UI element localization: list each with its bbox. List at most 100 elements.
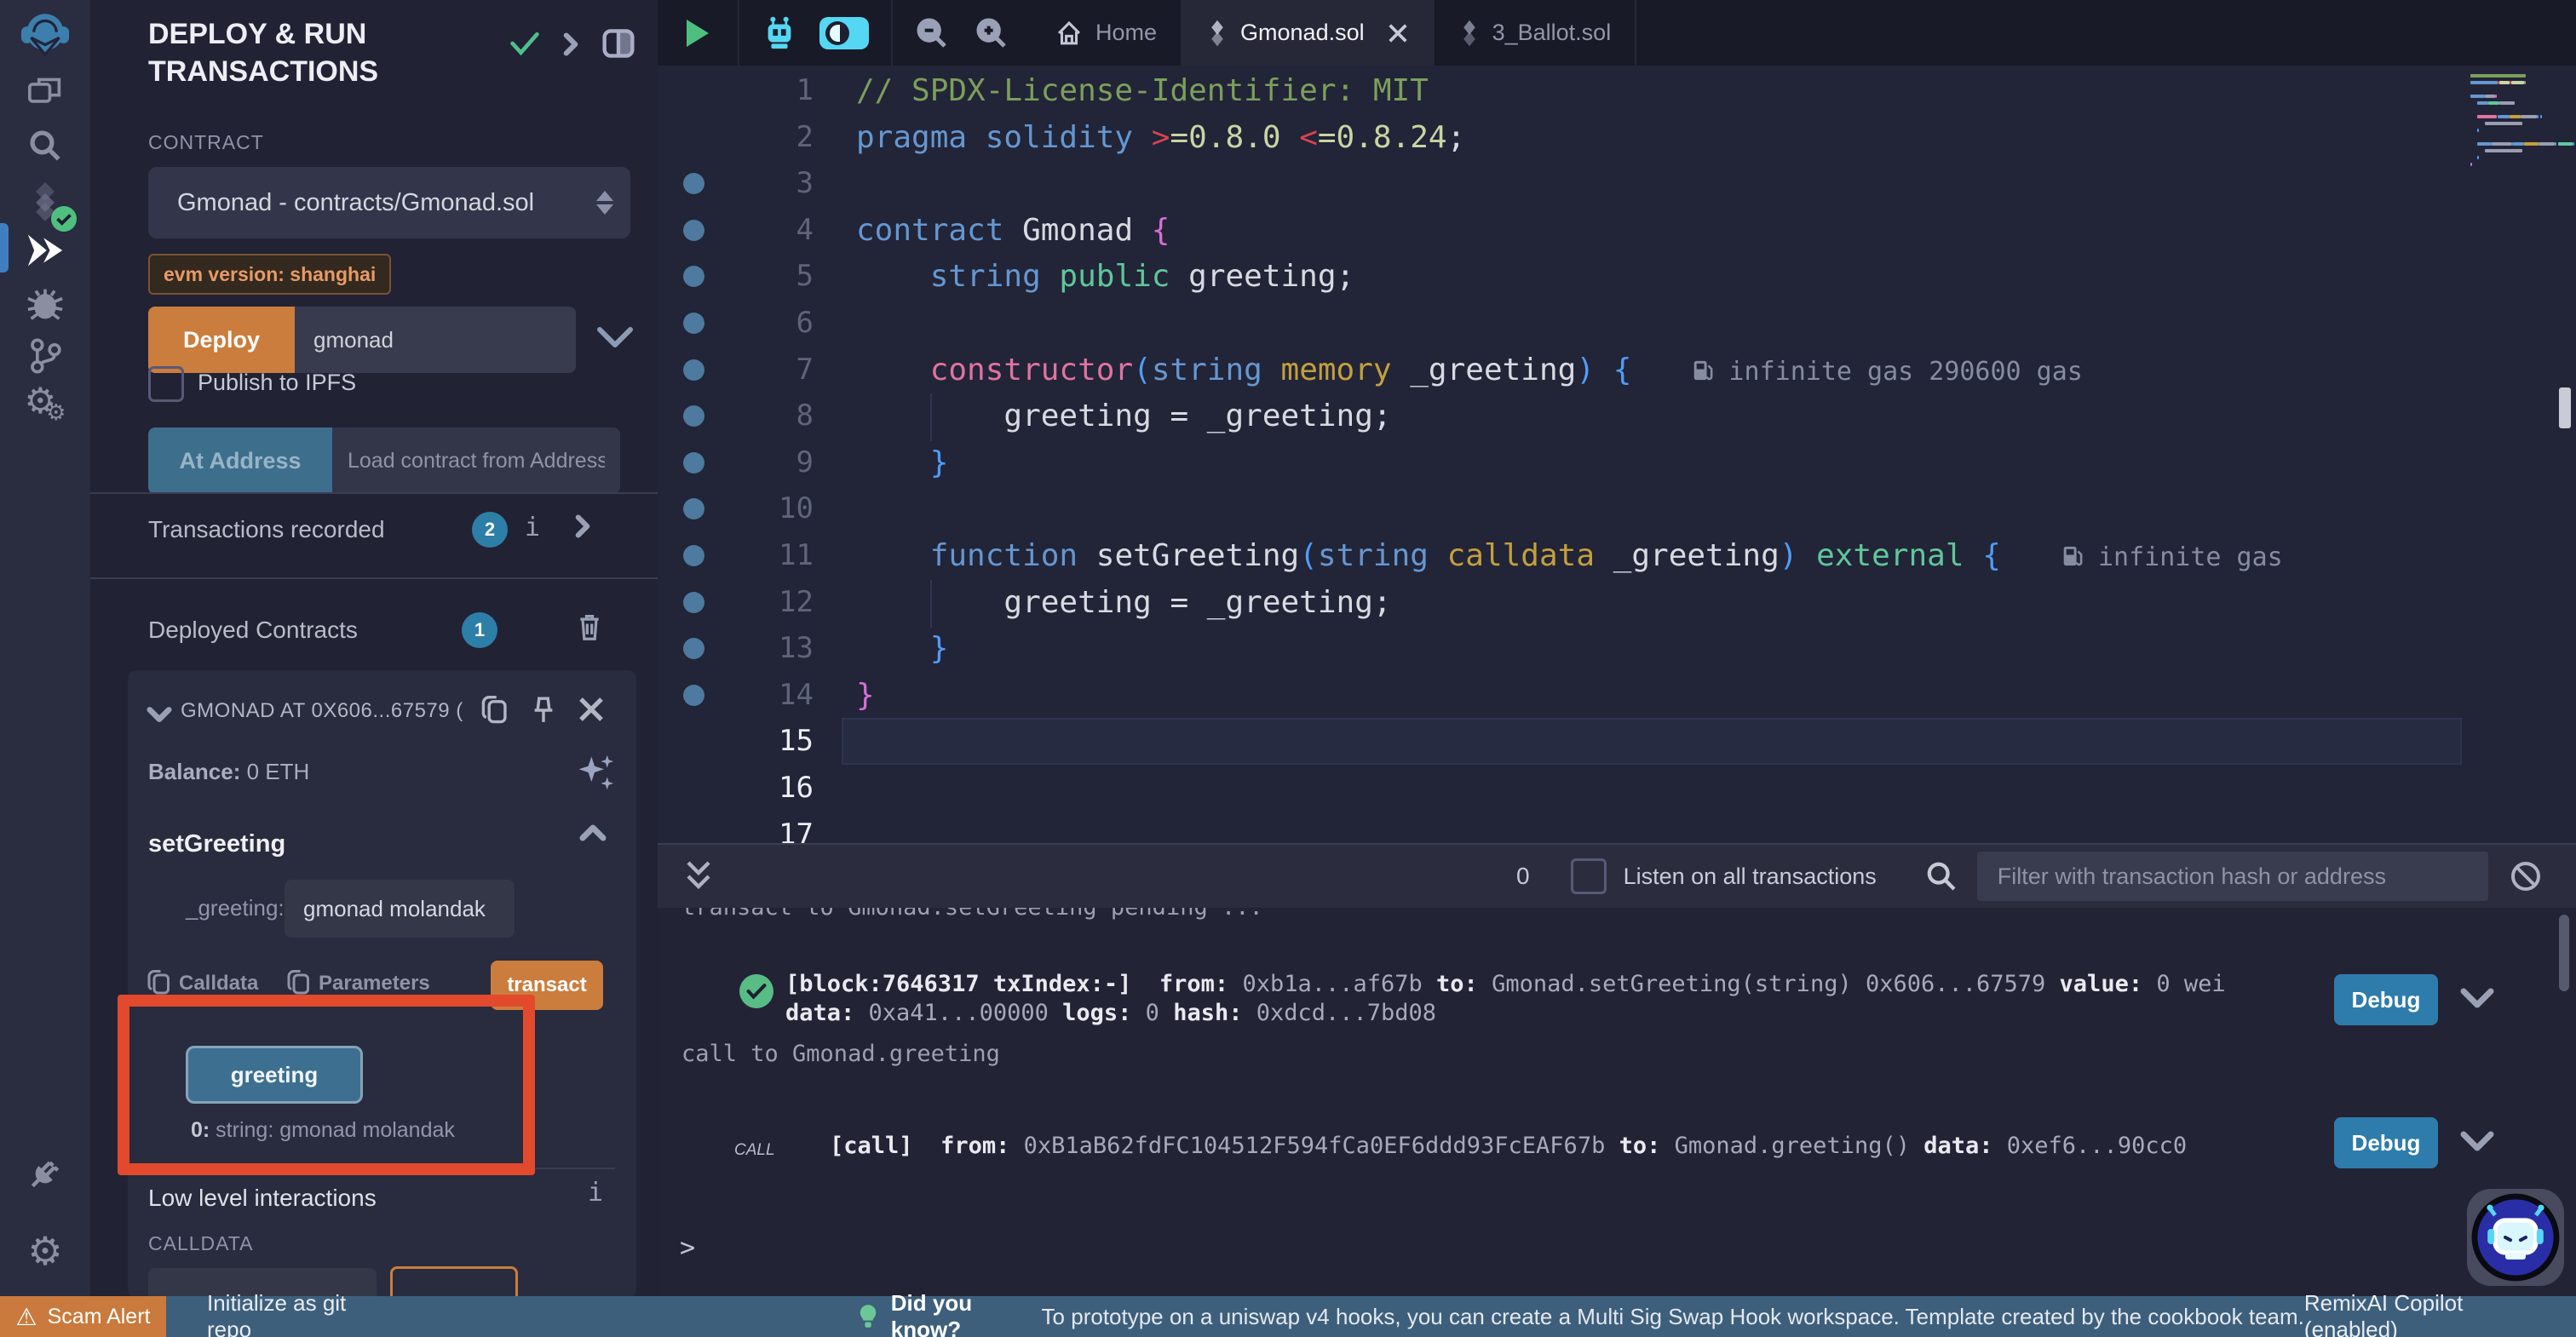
icon-rail: ⚙⚙ ⚙ — [0, 0, 92, 1337]
contract-select[interactable]: Gmonad - contracts/Gmonad.sol — [148, 167, 630, 238]
copy-address-icon[interactable] — [480, 694, 509, 726]
panel-layout-icon[interactable] — [601, 27, 635, 60]
panel-check-icon — [509, 31, 540, 56]
solidity-unit-testing-icon[interactable]: ⚙⚙ — [0, 383, 90, 431]
status-bar: ⚠ Scam Alert Initialize as git repo Did … — [0, 1296, 2576, 1337]
file-explorer-icon[interactable] — [0, 75, 90, 109]
at-address-input[interactable] — [332, 427, 620, 494]
solidity-icon — [1206, 19, 1228, 48]
editor-tabbar: Home Gmonad.sol 3_Ballot.sol — [658, 0, 2576, 66]
code-line-15: 15 — [658, 718, 2576, 765]
git-icon[interactable] — [0, 337, 90, 375]
lightbulb-icon — [859, 1302, 877, 1331]
tip-text: To prototype on a uniswap v4 hooks, you … — [1036, 1304, 2304, 1330]
calldata-copy-label[interactable]: Calldata — [179, 972, 258, 996]
copilot-status[interactable]: RemixAI Copilot (enabled) — [2304, 1290, 2542, 1337]
contract-select-value: Gmonad - contracts/Gmonad.sol — [177, 189, 534, 217]
zoom-in-icon[interactable] — [975, 16, 1009, 50]
transact-button[interactable]: transact — [491, 961, 603, 1010]
deploy-button[interactable]: Deploy — [148, 307, 295, 373]
copilot-robot-icon[interactable] — [762, 14, 797, 52]
trash-icon[interactable] — [576, 611, 603, 642]
code-line-14: 14} — [658, 672, 2576, 719]
code-line-11: 11 function setGreeting(string calldata … — [658, 532, 2576, 579]
remix-logo-icon[interactable] — [0, 7, 90, 63]
copy-calldata-icon[interactable] — [147, 968, 172, 997]
git-init-button[interactable]: Initialize as git repo — [207, 1290, 382, 1337]
zoom-out-icon[interactable] — [915, 16, 949, 50]
listen-all-label: Listen on all transactions — [1624, 864, 1877, 890]
pin-icon[interactable] — [530, 694, 557, 726]
terminal-filter-input[interactable] — [1977, 852, 2488, 901]
param-input[interactable] — [285, 880, 515, 938]
code-editor[interactable]: 1// SPDX-License-Identifier: MIT2pragma … — [658, 66, 2576, 843]
clear-terminal-icon[interactable] — [2509, 859, 2543, 893]
panel-collapse-chevron-icon[interactable] — [561, 32, 581, 56]
low-level-info-icon[interactable]: i — [588, 1178, 603, 1208]
code-line-16: 16 — [658, 765, 2576, 812]
terminal-tx-count: 0 — [1516, 863, 1530, 890]
settings-gear-icon[interactable]: ⚙ — [0, 1231, 90, 1271]
compile-success-badge — [51, 206, 77, 232]
tx-success-icon — [739, 974, 773, 1008]
remove-instance-icon[interactable] — [578, 696, 605, 723]
run-script-icon[interactable] — [687, 20, 709, 47]
code-line-9: 9 } — [658, 439, 2576, 486]
transactions-recorded-label: Transactions recorded — [148, 516, 385, 543]
expand-call-chevron-icon[interactable] — [2460, 1130, 2494, 1152]
parameters-copy-label[interactable]: Parameters — [319, 972, 430, 996]
solidity-compiler-icon[interactable] — [0, 181, 90, 221]
run-script-segment — [658, 0, 739, 66]
tab-gmonad-sol[interactable]: Gmonad.sol — [1182, 0, 1435, 66]
zoom-segment — [893, 0, 1031, 66]
code-line-4: 4contract Gmonad { — [658, 207, 2576, 254]
terminal[interactable]: transact to Gmonad.setGreeting pending .… — [658, 906, 2576, 1296]
close-tab-icon[interactable] — [1387, 22, 1409, 44]
publish-ipfs-checkbox[interactable] — [148, 366, 184, 402]
code-line-3: 3 — [658, 160, 2576, 207]
ai-sparkles-icon[interactable] — [574, 752, 615, 793]
expand-tx-chevron-icon[interactable] — [2460, 987, 2494, 1009]
editor-scrollbar-thumb[interactable] — [2559, 387, 2571, 428]
deploy-run-panel: DEPLOY & RUN TRANSACTIONS CONTRACT Gmona… — [90, 0, 658, 1337]
call-result: 0: string: gmonad molandak — [191, 1118, 455, 1143]
deploy-and-run-icon[interactable] — [0, 232, 90, 269]
balance-label: Balance: — [148, 759, 240, 784]
at-address-button[interactable]: At Address — [148, 427, 332, 494]
deploy-arg-input[interactable] — [295, 307, 576, 373]
plugin-manager-icon[interactable] — [0, 1155, 90, 1192]
terminal-prompt[interactable]: > — [680, 1233, 695, 1263]
param-label: _greeting: — [186, 895, 285, 921]
ai-toggle-segment — [739, 0, 893, 66]
transactions-expand-chevron-icon[interactable] — [572, 514, 593, 538]
deploy-expand-chevron-icon[interactable] — [596, 325, 634, 351]
balance-value: 0 ETH — [240, 759, 309, 784]
search-icon[interactable] — [0, 128, 90, 164]
tab-home[interactable]: Home — [1031, 0, 1182, 66]
code-line-17: 17 — [658, 812, 2576, 843]
select-arrows-icon — [596, 191, 613, 215]
minimap[interactable] — [2470, 74, 2573, 210]
code-line-5: 5 string public greeting; — [658, 253, 2576, 300]
debug-tx-button[interactable]: Debug — [2334, 974, 2438, 1025]
evm-version-badge: evm version: shanghai — [148, 254, 391, 295]
terminal-collapse-icon[interactable] — [681, 858, 716, 895]
function-collapse-chevron-icon[interactable] — [579, 823, 607, 842]
listen-all-checkbox[interactable] — [1571, 858, 1607, 894]
debug-call-button[interactable]: Debug — [2334, 1117, 2438, 1168]
low-level-calldata-label: CALLDATA — [148, 1232, 253, 1255]
transactions-info-icon[interactable]: i — [525, 513, 540, 542]
terminal-scrollbar-thumb[interactable] — [2559, 915, 2569, 991]
remix-ai-assistant-button[interactable] — [2467, 1189, 2564, 1286]
contract-collapse-chevron-icon[interactable] — [147, 706, 172, 723]
greeting-call-button[interactable]: greeting — [186, 1046, 363, 1104]
tab-ballot-sol[interactable]: 3_Ballot.sol — [1435, 0, 1637, 66]
copilot-toggle[interactable] — [819, 17, 869, 49]
tx-log-line1: [block:7646317 txIndex:-] from: 0xb1a...… — [785, 971, 2226, 997]
copy-parameters-icon[interactable] — [286, 968, 312, 997]
terminal-search-icon[interactable] — [1924, 859, 1958, 893]
balance-row: Balance: 0 ETH — [148, 759, 309, 785]
debugger-icon[interactable] — [0, 286, 90, 322]
low-level-title: Low level interactions — [148, 1185, 377, 1212]
scam-alert-button[interactable]: ⚠ Scam Alert — [0, 1296, 166, 1337]
